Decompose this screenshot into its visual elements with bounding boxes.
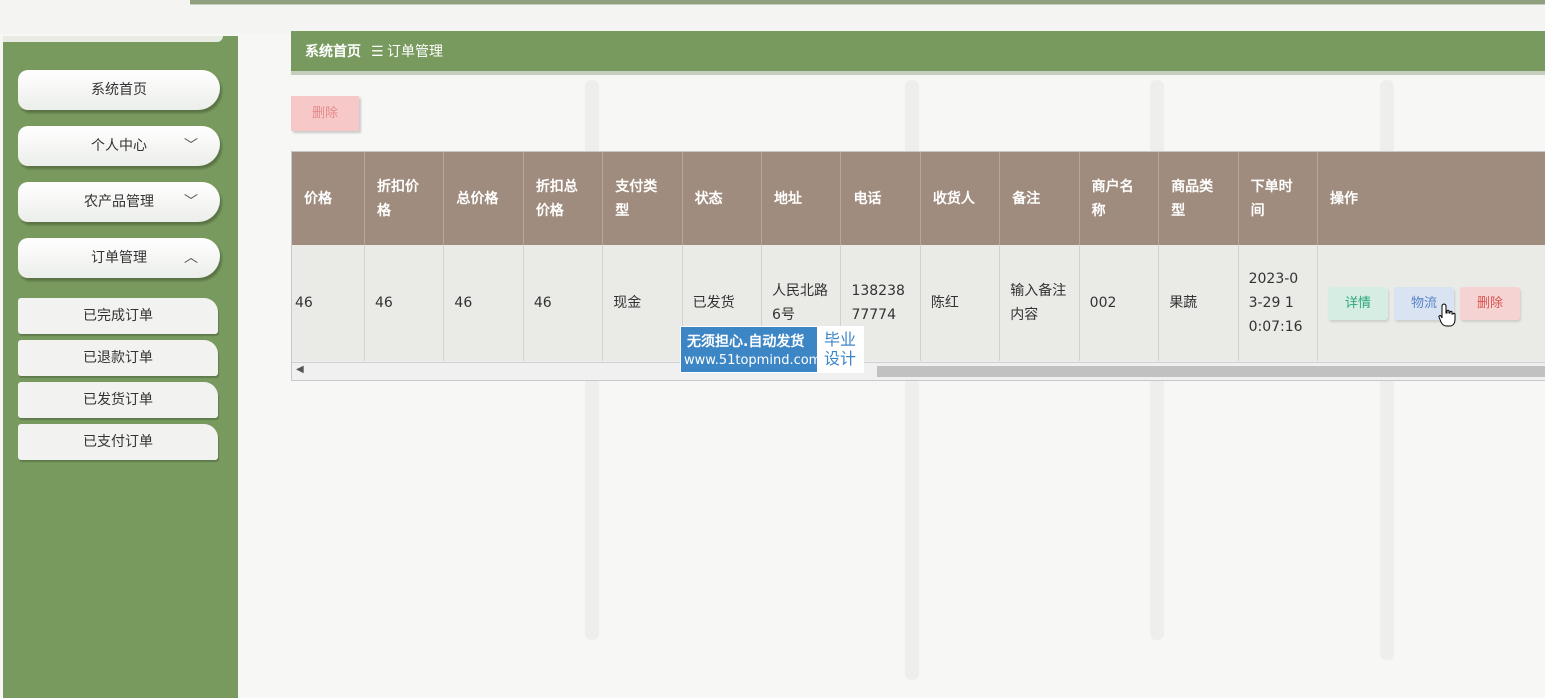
column-header: 操作	[1317, 152, 1545, 245]
sidebar-item-personal-center[interactable]: 个人中心 ﹀	[18, 126, 220, 166]
cell-price: 46	[292, 245, 365, 361]
sidebar-item-label: 系统首页	[91, 82, 147, 98]
sidebar-subitem-refunded-orders[interactable]: 已退款订单	[18, 340, 218, 376]
cell-order-time: 2023-03-29 10:07:16	[1238, 245, 1319, 361]
sidebar-item-label: 订单管理	[91, 250, 147, 266]
sidebar-item-home[interactable]: 系统首页	[18, 70, 220, 110]
cell-remark: 输入备注内容	[999, 245, 1080, 361]
column-header: 电话	[840, 152, 921, 245]
sidebar-subitem-label: 已完成订单	[83, 308, 153, 324]
scrollbar-thumb[interactable]	[877, 366, 1545, 377]
chevron-down-icon: ﹀	[184, 194, 198, 210]
watermark-badge: 无须担心.自动发货 www.51topmind.com 毕业 设计	[680, 326, 864, 373]
cell-receiver: 陈红	[920, 245, 1001, 361]
chevron-up-icon: ︿	[184, 250, 198, 266]
column-header: 折扣总价格	[523, 152, 604, 245]
column-header: 折扣价格	[364, 152, 445, 245]
sidebar-item-label: 农产品管理	[84, 194, 154, 210]
detail-button[interactable]: 详情	[1328, 286, 1388, 320]
column-header: 状态	[682, 152, 763, 245]
cell-merchant: 002	[1079, 245, 1160, 361]
column-header: 总价格	[443, 152, 524, 245]
column-header: 商品类型	[1158, 152, 1239, 245]
breadcrumb: 系统首页 ☰ 订单管理	[291, 31, 1545, 75]
column-header: 备注	[999, 152, 1080, 245]
cell-actions: 详情 物流 删除	[1317, 245, 1545, 361]
watermark-text: 无须担心.自动发货	[687, 334, 805, 350]
batch-delete-button[interactable]: 删除	[291, 96, 359, 131]
table-row: 46 46 46 46 现金 已发货 人民北路6号 13823877774 陈红…	[292, 245, 1545, 361]
watermark-box-line: 毕业	[823, 330, 856, 349]
sidebar-subitem-shipped-orders[interactable]: 已发货订单	[18, 382, 218, 418]
watermark-box-line: 设计	[823, 349, 856, 368]
column-header: 地址	[761, 152, 842, 245]
cell-discount-price: 46	[364, 245, 445, 361]
breadcrumb-current: 订单管理	[387, 44, 443, 60]
cell-total-price: 46	[443, 245, 524, 361]
scroll-left-icon[interactable]: ◀	[296, 364, 304, 375]
sidebar-item-order-management[interactable]: 订单管理 ︿	[18, 238, 220, 278]
top-bar	[0, 0, 1545, 34]
chevron-down-icon: ﹀	[184, 138, 198, 154]
top-bar-accent	[190, 0, 1545, 5]
column-header: 商户名称	[1079, 152, 1160, 245]
cell-discount-total-price: 46	[523, 245, 604, 361]
sidebar-cap	[3, 36, 223, 42]
horizontal-scrollbar[interactable]: ◀	[292, 362, 1545, 380]
sidebar-subitem-label: 已退款订单	[83, 350, 153, 366]
cell-pay-type: 现金	[602, 245, 683, 361]
watermark-box: 毕业 设计	[817, 327, 863, 372]
sidebar-subitem-label: 已支付订单	[83, 434, 153, 450]
column-header: 价格	[292, 152, 365, 245]
column-header: 收货人	[920, 152, 1001, 245]
watermark-url: www.51topmind.com	[684, 353, 822, 368]
delete-button[interactable]: 删除	[1460, 286, 1520, 320]
orders-table: 价格 折扣价格 总价格 折扣总价格 支付类型 状态 地址 电话 收货人 备注 商…	[291, 151, 1545, 381]
sidebar-subitem-label: 已发货订单	[83, 392, 153, 408]
sidebar-item-product-management[interactable]: 农产品管理 ﹀	[18, 182, 220, 222]
sidebar-item-label: 个人中心	[91, 138, 147, 154]
column-header: 支付类型	[602, 152, 683, 245]
table-header-row: 价格 折扣价格 总价格 折扣总价格 支付类型 状态 地址 电话 收货人 备注 商…	[292, 152, 1545, 245]
cell-category: 果蔬	[1158, 245, 1239, 361]
column-header: 下单时间	[1238, 152, 1319, 245]
sidebar-subitem-completed-orders[interactable]: 已完成订单	[18, 298, 218, 334]
breadcrumb-home-link[interactable]: 系统首页	[305, 31, 361, 73]
hand-cursor-icon	[1438, 303, 1456, 327]
menu-icon: ☰	[371, 44, 384, 60]
sidebar-subitem-paid-orders[interactable]: 已支付订单	[18, 424, 218, 460]
